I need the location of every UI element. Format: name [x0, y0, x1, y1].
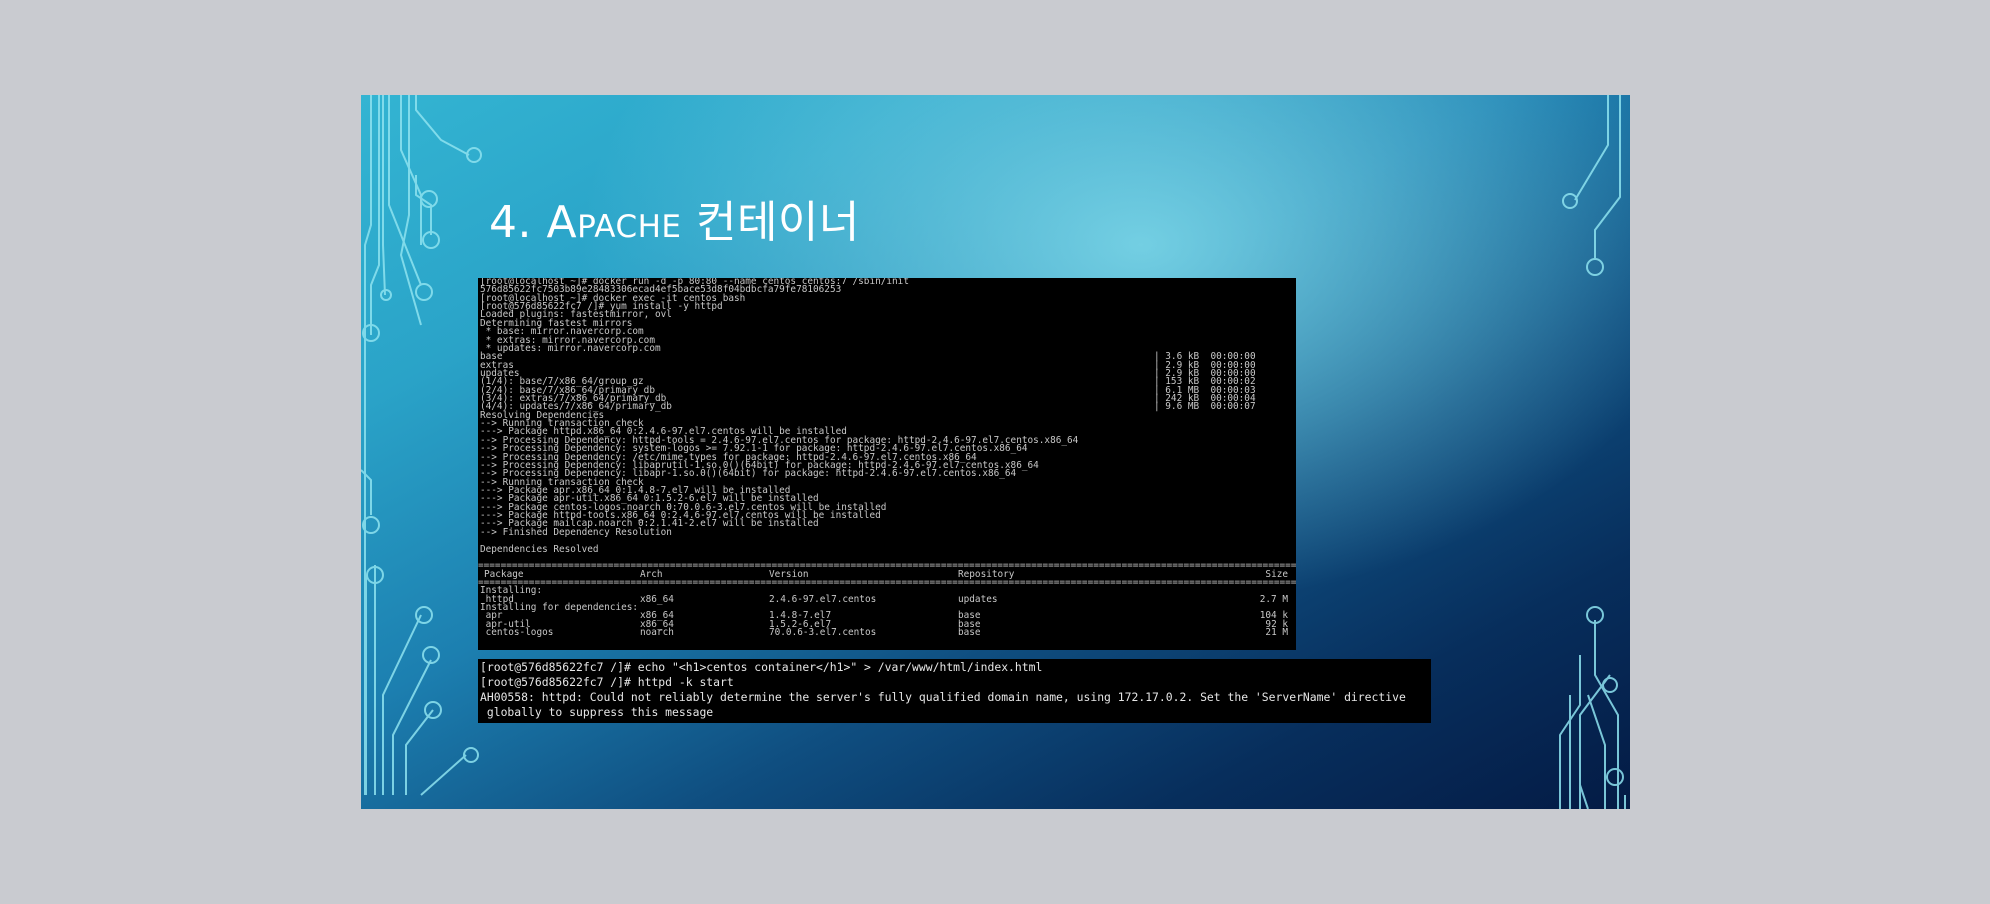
table-header-row: Package Arch Version Repository Size — [478, 568, 1296, 580]
package-name: centos-logos — [480, 627, 554, 639]
header-arch: Arch — [640, 568, 663, 580]
terminal-line: [root@576d85622fc7 /]# httpd -k start — [480, 675, 734, 689]
package-arch: noarch — [640, 627, 674, 639]
terminal-line: AH00558: httpd: Could not reliably deter… — [480, 690, 1406, 704]
circuit-decoration-right — [1559, 95, 1626, 809]
header-size: Size — [1265, 568, 1288, 580]
slide: 4. Apache 컨테이너 [root@localhost ~]# docke… — [361, 95, 1630, 809]
table-row: httpd x86_64 2.4.6-97.el7.centos updates 2.7… — [478, 593, 1296, 605]
terminal-screenshot-yum-install: [root@localhost ~]# docker run -d -p 80:… — [478, 278, 1296, 650]
table-row: apr-util x86_64 1.5.2-6.el7 base 92 k — [478, 618, 1296, 630]
terminal-line: [root@576d85622fc7 /]# echo "<h1>centos … — [480, 660, 1043, 674]
terminal-output: [root@localhost ~]# docker run -d -p 80:… — [478, 278, 1296, 562]
package-version: 70.0.6-3.el7.centos — [769, 627, 877, 639]
package-version: 2.4.6-97.el7.centos — [769, 593, 877, 605]
package-size: 92 k — [1265, 618, 1288, 630]
terminal-line: Dependencies Resolved — [480, 543, 599, 555]
download-info: | 9.6 MB 00:00:07 — [1154, 401, 1256, 413]
terminal-line: --> Finished Dependency Resolution — [480, 526, 672, 538]
title-prefix: 4. — [489, 197, 547, 248]
installing-deps-label: Installing for dependencies: — [480, 602, 639, 614]
package-repo: base — [958, 627, 981, 639]
package-size: 21 M — [1265, 627, 1288, 639]
header-version: Version — [769, 568, 809, 580]
table-row: centos-logos noarch 70.0.6-3.el7.centos bas… — [478, 627, 1296, 639]
package-arch: x86_64 — [640, 593, 674, 605]
header-package: Package — [484, 568, 524, 580]
package-repo: updates — [958, 593, 998, 605]
terminal-line: globally to suppress this message — [480, 705, 714, 719]
header-repository: Repository — [958, 568, 1015, 580]
package-size: 104 k — [1259, 610, 1288, 622]
table-separator: ========================================… — [478, 562, 1296, 571]
package-name: httpd — [480, 593, 514, 605]
slide-title: 4. Apache 컨테이너 — [489, 201, 860, 245]
package-size: 2.7 M — [1259, 593, 1288, 605]
table-separator-2: ========================================… — [478, 578, 1296, 588]
title-apache: Apache — [546, 197, 682, 248]
title-korean: 컨테이너 — [681, 197, 860, 248]
table-row: apr x86_64 1.4.8-7.el7 base 104 k — [478, 610, 1296, 622]
installing-label: Installing: — [480, 585, 543, 597]
terminal-screenshot-httpd-start: [root@576d85622fc7 /]# echo "<h1>centos … — [478, 659, 1431, 723]
terminal-output: [root@576d85622fc7 /]# echo "<h1>centos … — [478, 660, 1431, 720]
